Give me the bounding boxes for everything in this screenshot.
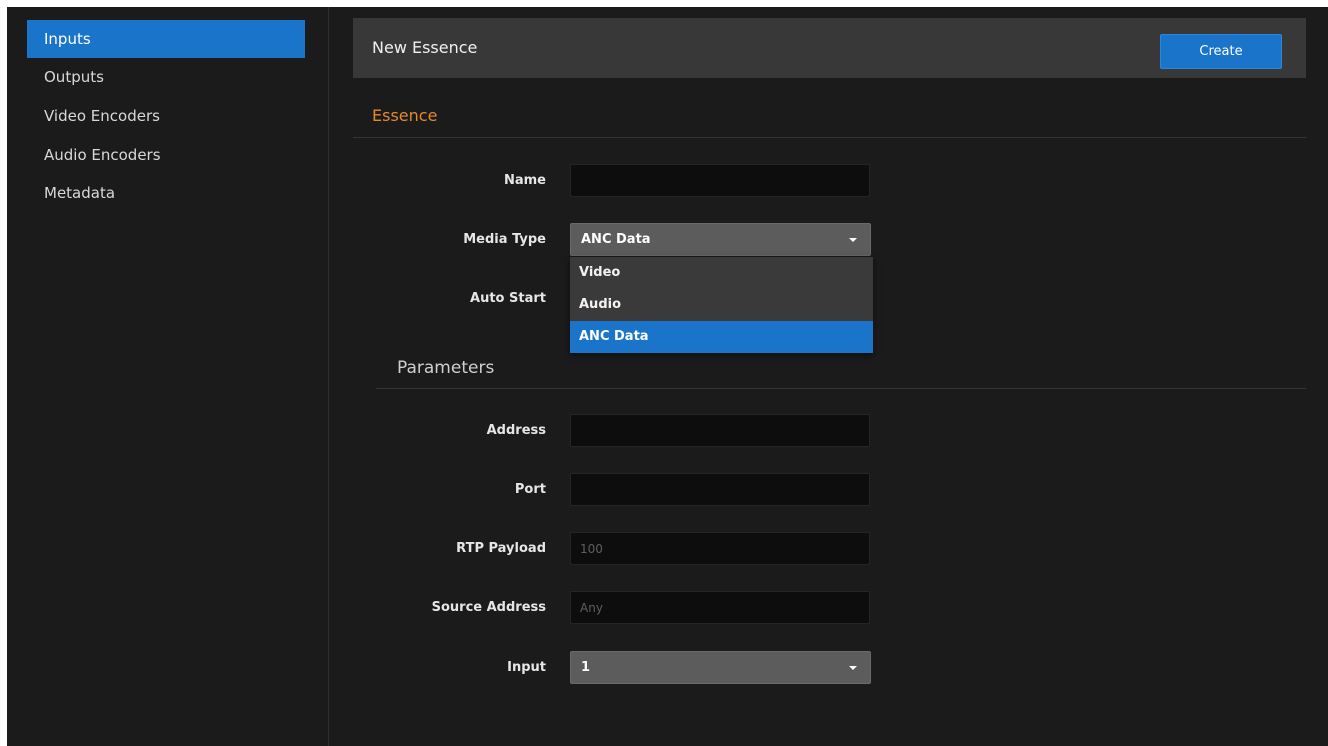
sidebar-item-audio-encoders[interactable]: Audio Encoders	[27, 136, 305, 174]
name-label: Name	[503, 173, 546, 188]
rtp-payload-field[interactable]	[570, 532, 870, 565]
sidebar-item-video-encoders[interactable]: Video Encoders	[27, 97, 305, 135]
caret-down-icon	[849, 238, 857, 242]
media-type-option-video[interactable]: Video	[570, 257, 873, 289]
auto-start-label: Auto Start	[470, 291, 546, 306]
sidebar: Inputs Outputs Video Encoders Audio Enco…	[7, 7, 329, 746]
input-selected-value: 1	[581, 660, 591, 675]
media-type-option-anc-data[interactable]: ANC Data	[570, 321, 873, 353]
section-divider	[353, 137, 1306, 138]
media-type-selected-value: ANC Data	[581, 232, 651, 247]
media-type-option-audio[interactable]: Audio	[570, 289, 873, 321]
address-label: Address	[486, 423, 546, 438]
app-frame: Inputs Outputs Video Encoders Audio Enco…	[7, 7, 1328, 746]
media-type-dropdown-menu: Video Audio ANC Data	[570, 257, 873, 353]
source-address-label: Source Address	[431, 600, 546, 615]
section-divider	[376, 388, 1306, 389]
sidebar-item-outputs[interactable]: Outputs	[27, 58, 305, 96]
media-type-label: Media Type	[463, 232, 546, 247]
rtp-payload-label: RTP Payload	[456, 541, 546, 556]
sidebar-item-metadata[interactable]: Metadata	[27, 174, 305, 212]
input-select[interactable]: 1	[570, 651, 871, 684]
sidebar-item-inputs[interactable]: Inputs	[27, 20, 305, 58]
port-field[interactable]	[570, 473, 870, 506]
address-field[interactable]	[570, 414, 870, 447]
section-title-essence: Essence	[372, 106, 438, 125]
name-field[interactable]	[570, 164, 870, 197]
source-address-field[interactable]	[570, 591, 870, 624]
caret-down-icon	[849, 666, 857, 670]
create-button[interactable]: Create	[1160, 34, 1282, 69]
media-type-select[interactable]: ANC Data	[570, 223, 871, 256]
page-title: New Essence	[372, 38, 478, 57]
port-label: Port	[514, 482, 546, 497]
input-label: Input	[507, 660, 546, 675]
page-header: New Essence Create	[353, 18, 1306, 78]
section-title-parameters: Parameters	[397, 358, 495, 378]
